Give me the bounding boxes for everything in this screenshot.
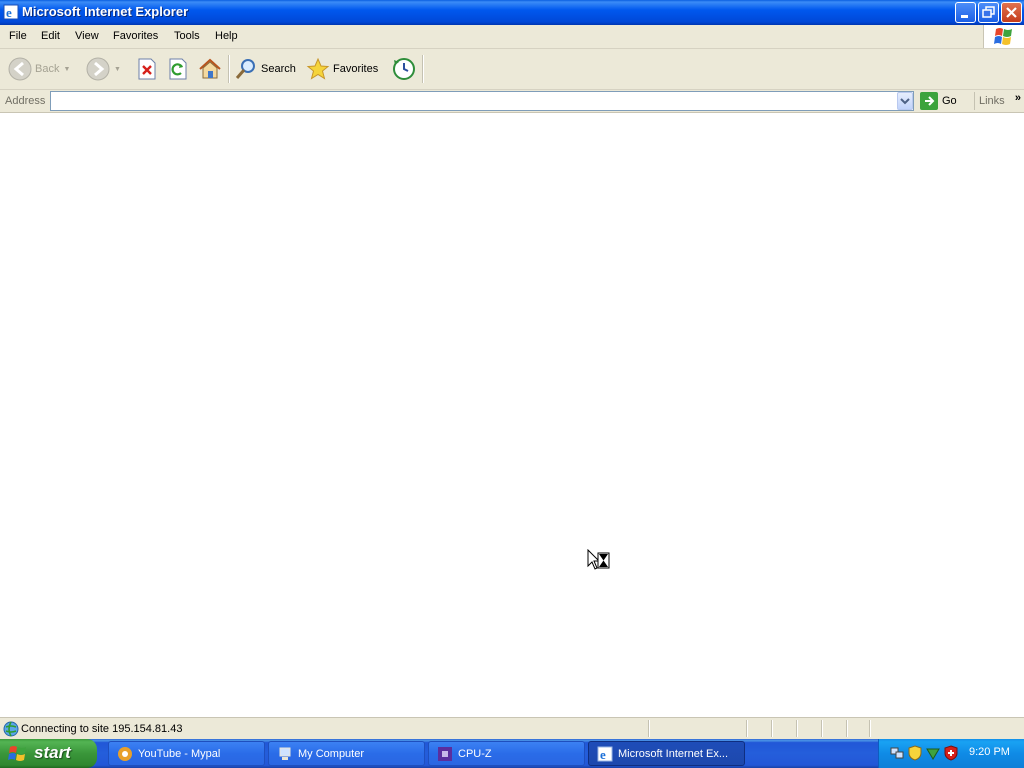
favorites-star-icon (306, 57, 330, 80)
search-button[interactable]: Search (234, 55, 296, 83)
windows-flag-icon (994, 28, 1012, 45)
chevron-down-icon (900, 98, 910, 105)
taskbar-item-label: Microsoft Internet Ex... (618, 747, 729, 760)
taskbar: start YouTube - Mypal My Computer CPU-Z … (0, 739, 1024, 768)
go-label: Go (942, 95, 957, 107)
status-pane (746, 720, 748, 737)
start-label: start (34, 743, 71, 762)
system-tray: 9:20 PM (878, 739, 1024, 768)
svg-text:e: e (600, 747, 606, 762)
status-pane (846, 720, 848, 737)
home-button[interactable] (198, 55, 222, 83)
windows-flag-icon (8, 746, 26, 761)
forward-dropdown-icon[interactable]: ▼ (114, 66, 121, 73)
status-pane (648, 720, 650, 737)
history-icon (393, 58, 415, 80)
status-bar: Connecting to site 195.154.81.43 (0, 717, 1024, 740)
ie-icon: e (597, 746, 613, 762)
status-pane (796, 720, 798, 737)
search-label: Search (261, 63, 296, 75)
clock[interactable]: 9:20 PM (969, 746, 1010, 758)
taskbar-item-cpu-z[interactable]: CPU-Z (428, 741, 585, 766)
title-bar[interactable]: e Microsoft Internet Explorer (0, 0, 1024, 25)
status-text: Connecting to site 195.154.81.43 (21, 723, 183, 735)
forward-arrow-icon (86, 57, 110, 81)
taskbar-item-label: YouTube - Mypal (138, 747, 221, 760)
security-shield-icon[interactable] (907, 745, 923, 761)
stop-button[interactable] (136, 55, 158, 83)
stop-icon (138, 58, 156, 80)
back-dropdown-icon[interactable]: ▼ (63, 66, 70, 73)
favorites-button[interactable]: Favorites (306, 55, 378, 83)
links-toolbar[interactable]: Links » (974, 92, 1024, 110)
back-arrow-icon (8, 57, 32, 81)
menu-help[interactable]: Help (215, 30, 238, 42)
window-title: Microsoft Internet Explorer (22, 4, 189, 19)
go-button[interactable]: Go (920, 92, 957, 110)
antivirus-shield-icon[interactable] (943, 745, 959, 761)
menu-edit[interactable]: Edit (41, 30, 60, 42)
taskbar-item-my-computer[interactable]: My Computer (268, 741, 425, 766)
restore-button[interactable] (978, 2, 999, 23)
updates-icon[interactable] (925, 745, 941, 761)
toolbar-separator (228, 55, 230, 83)
toolbar-separator (422, 55, 424, 83)
menu-tools[interactable]: Tools (174, 30, 200, 42)
refresh-icon (169, 58, 187, 80)
my-computer-icon (279, 747, 291, 760)
close-button[interactable] (1001, 2, 1022, 23)
status-pane (771, 720, 773, 737)
taskbar-item-label: CPU-Z (458, 747, 492, 760)
links-chevron-icon[interactable]: » (1015, 92, 1021, 104)
start-button[interactable]: start (0, 739, 97, 768)
forward-button[interactable]: ▼ (86, 55, 121, 83)
status-pane (821, 720, 823, 737)
busy-cursor-icon (587, 549, 610, 570)
mypal-icon (118, 746, 132, 761)
loading-globe-icon (3, 721, 19, 737)
menu-file[interactable]: File (9, 30, 27, 42)
menu-favorites[interactable]: Favorites (113, 30, 158, 42)
search-icon (235, 59, 255, 79)
home-icon (199, 58, 221, 79)
address-input[interactable] (50, 91, 914, 111)
address-dropdown-button[interactable] (897, 92, 913, 110)
taskbar-item-label: My Computer (298, 747, 365, 760)
address-bar: Address Go Links » (0, 90, 1024, 113)
go-arrow-icon (920, 92, 938, 110)
svg-text:e: e (6, 5, 12, 20)
menu-view[interactable]: View (75, 30, 99, 42)
address-label: Address (5, 95, 46, 107)
windows-logo (983, 25, 1024, 48)
history-button[interactable] (392, 55, 416, 83)
toolbar: Back ▼ ▼ Search Favorites (0, 49, 1024, 90)
menu-bar: File Edit View Favorites Tools Help (0, 25, 1024, 49)
refresh-button[interactable] (167, 55, 189, 83)
favorites-label: Favorites (333, 63, 379, 75)
page-content-area[interactable] (0, 113, 1024, 716)
cpuz-icon (438, 746, 452, 761)
back-label: Back (35, 63, 60, 75)
network-icon[interactable] (889, 745, 905, 761)
taskbar-item-youtube-mypal[interactable]: YouTube - Mypal (108, 741, 265, 766)
minimize-button[interactable] (955, 2, 976, 23)
taskbar-item-internet-explorer[interactable]: e Microsoft Internet Ex... (588, 741, 745, 766)
back-button[interactable]: Back ▼ (8, 55, 70, 83)
ie-icon: e (3, 4, 19, 20)
status-pane (869, 720, 871, 737)
links-label: Links (979, 95, 1005, 107)
